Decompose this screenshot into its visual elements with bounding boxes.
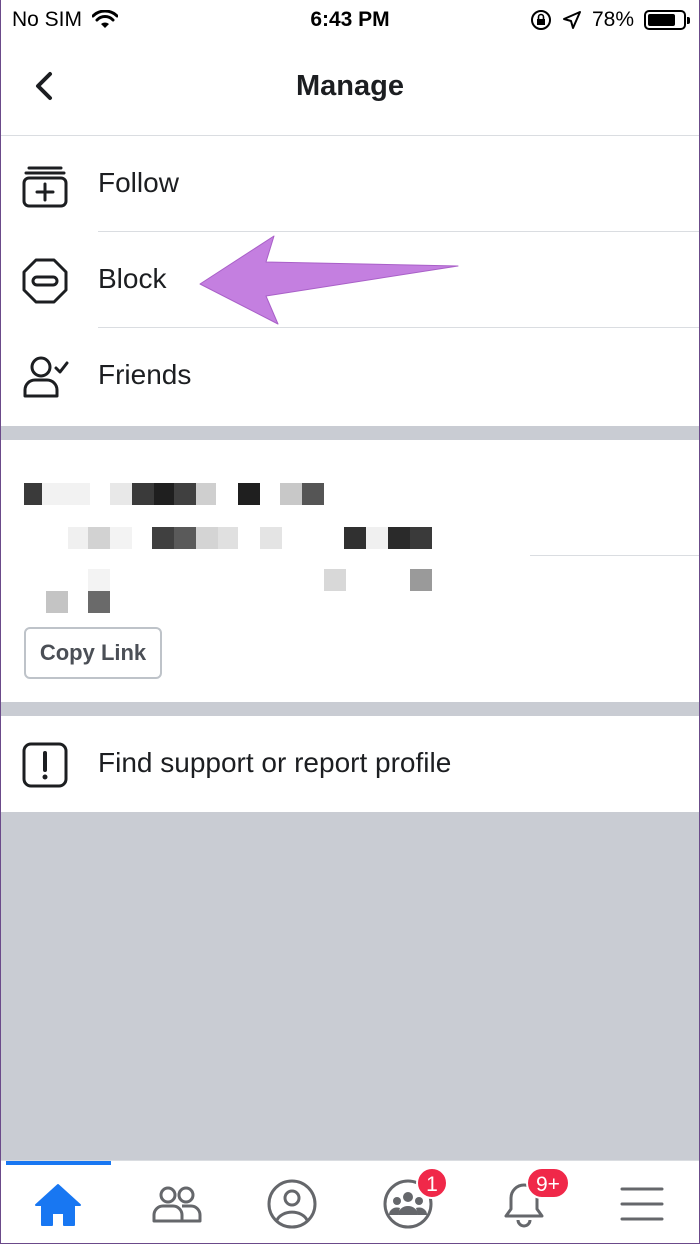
annotation-arrow bbox=[199, 235, 459, 325]
friends-row[interactable]: Friends bbox=[0, 328, 700, 424]
active-tab-indicator bbox=[6, 1161, 111, 1165]
tab-friends[interactable] bbox=[146, 1175, 206, 1233]
copy-link-button[interactable]: Copy Link bbox=[24, 627, 162, 679]
header: Manage bbox=[0, 42, 700, 136]
follow-label: Follow bbox=[98, 167, 179, 198]
status-bar: No SIM 6:43 PM 78% bbox=[0, 0, 700, 42]
tab-home[interactable] bbox=[28, 1175, 88, 1233]
support-row[interactable]: Find support or report profile bbox=[0, 716, 700, 812]
tab-profile[interactable] bbox=[262, 1175, 322, 1233]
tab-groups[interactable]: 1 bbox=[378, 1167, 448, 1233]
exclamation-box-icon bbox=[22, 742, 68, 788]
friends-label: Friends bbox=[98, 359, 192, 390]
page-title: Manage bbox=[296, 70, 404, 102]
support-label: Find support or report profile bbox=[98, 747, 452, 778]
tab-menu[interactable] bbox=[612, 1175, 672, 1233]
profile-icon bbox=[267, 1179, 317, 1229]
notifications-badge: 9+ bbox=[526, 1167, 570, 1199]
location-icon bbox=[562, 11, 581, 29]
groups-badge: 1 bbox=[416, 1167, 448, 1199]
block-octagon-icon bbox=[22, 258, 68, 304]
friends-icon bbox=[152, 1186, 202, 1223]
profile-link-section: Copy Link bbox=[0, 440, 700, 702]
orientation-lock-icon bbox=[530, 10, 551, 30]
follow-row[interactable]: Follow bbox=[0, 136, 700, 232]
block-label: Block bbox=[98, 263, 167, 294]
battery-icon bbox=[644, 10, 690, 30]
section-separator bbox=[0, 702, 700, 716]
tab-notifications[interactable]: 9+ bbox=[494, 1167, 570, 1233]
battery-percent: 78% bbox=[591, 8, 634, 31]
status-right: 78% bbox=[530, 8, 690, 32]
empty-area bbox=[0, 812, 700, 1160]
section-separator bbox=[0, 426, 700, 440]
friends-check-icon bbox=[23, 356, 69, 398]
menu-icon bbox=[620, 1187, 664, 1221]
home-icon bbox=[35, 1184, 81, 1226]
tab-bar: 1 9+ bbox=[0, 1160, 700, 1244]
follow-stack-plus-icon bbox=[22, 166, 68, 208]
